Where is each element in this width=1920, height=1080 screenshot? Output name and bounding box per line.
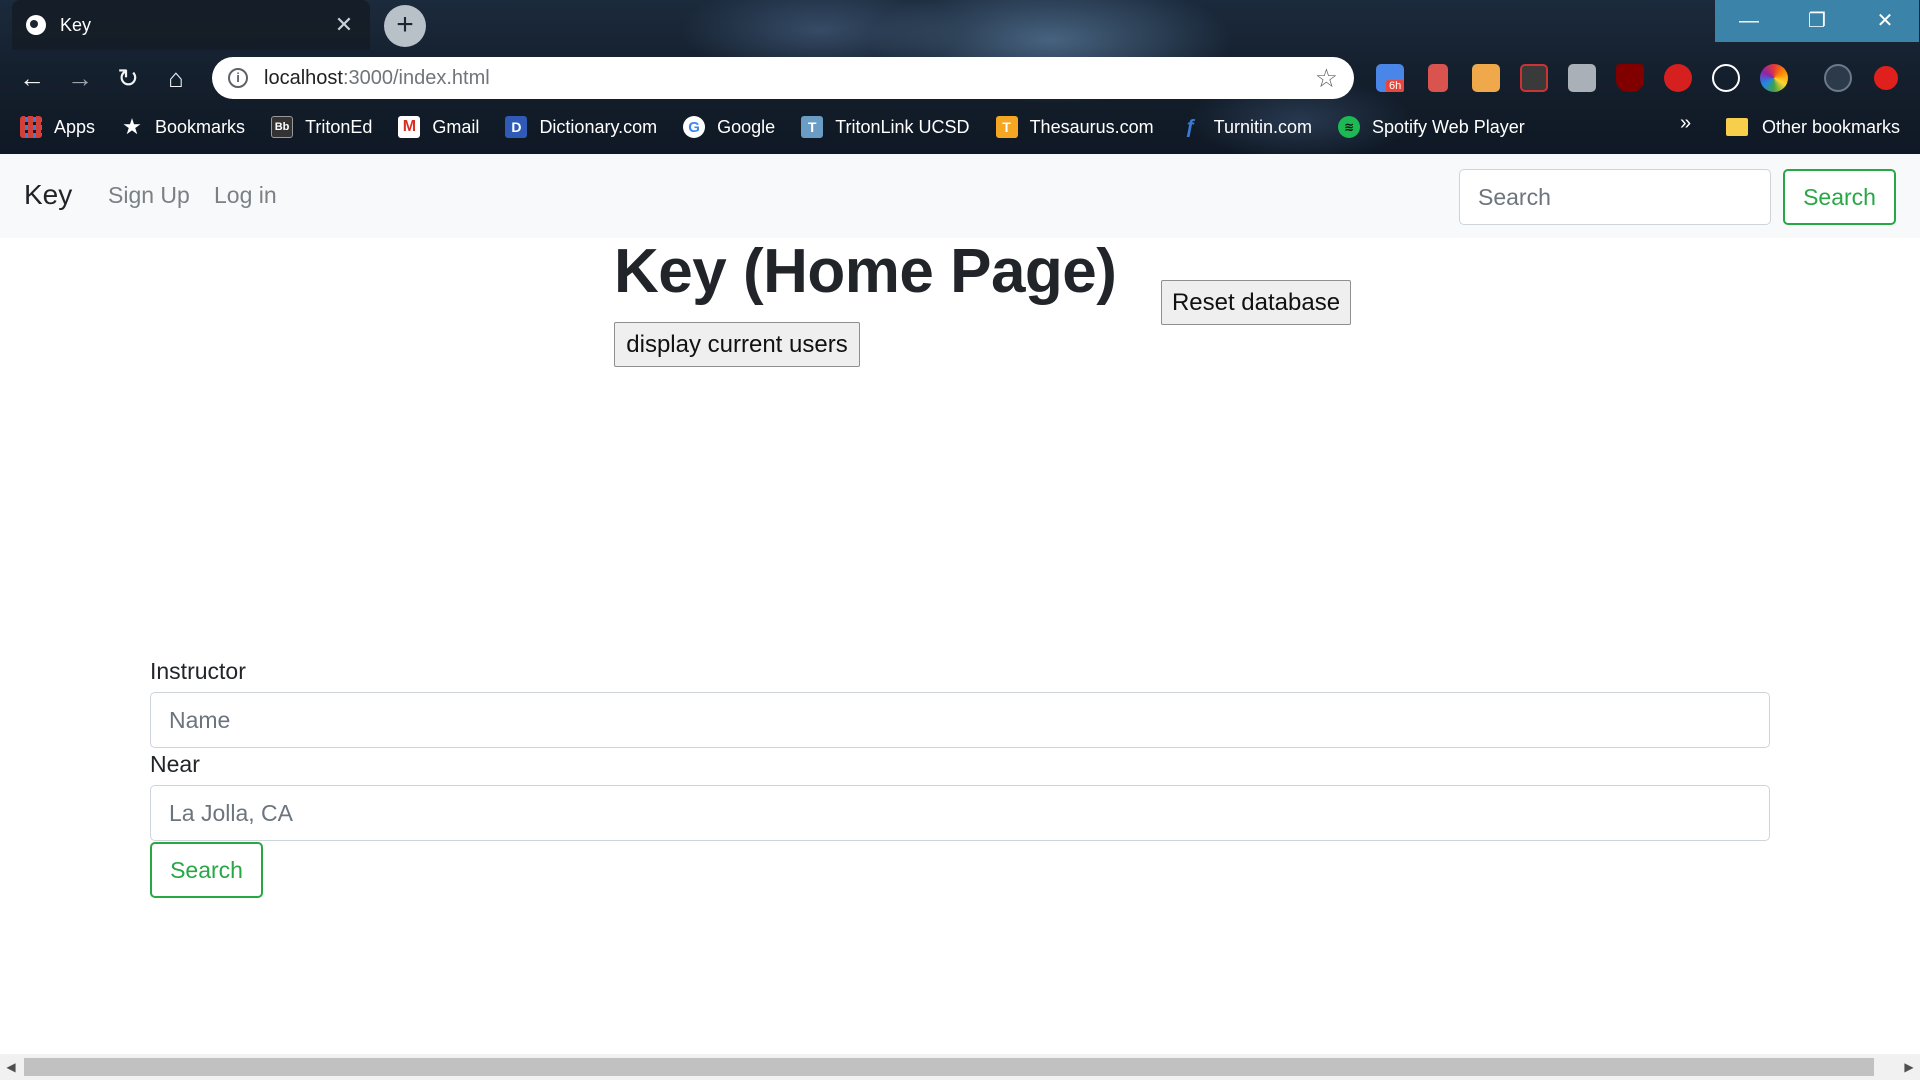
tab-title: Key — [60, 14, 92, 35]
bookmark-gmail[interactable]: M Gmail — [398, 116, 479, 138]
other-bookmarks[interactable]: Other bookmarks — [1726, 110, 1900, 144]
tritonlink-icon: T — [801, 116, 824, 138]
page-title: Key (Home Page) — [614, 237, 1117, 306]
window-close-button[interactable]: ✕ — [1851, 0, 1919, 42]
bookmark-google[interactable]: G Google — [683, 116, 775, 138]
adblock-extension-icon[interactable] — [1664, 64, 1692, 92]
globe-icon — [26, 15, 46, 35]
bookmark-label: TritonEd — [305, 116, 373, 137]
bookmarks-overflow-button[interactable]: » — [1680, 112, 1691, 135]
color-picker-extension-icon[interactable] — [1760, 64, 1788, 92]
url-path: :3000/index.html — [342, 66, 490, 89]
bookmark-label: Turnitin.com — [1213, 116, 1312, 137]
nav-link-log-in[interactable]: Log in — [214, 182, 277, 209]
info-icon[interactable]: i — [228, 68, 248, 88]
reset-database-button[interactable]: Reset database — [1161, 280, 1351, 325]
spotify-icon: ≋ — [1337, 116, 1360, 138]
bookmark-label: Google — [717, 116, 776, 137]
pdf-extension-icon[interactable] — [1520, 64, 1548, 92]
instructor-label: Instructor — [150, 658, 246, 684]
gmail-icon: M — [398, 116, 421, 138]
extension-badge: 6h — [1386, 80, 1405, 92]
bookmark-bookmarks[interactable]: ★ Bookmarks — [121, 114, 246, 139]
bookmark-label: Spotify Web Player — [1371, 116, 1525, 137]
new-tab-button[interactable]: + — [384, 5, 426, 47]
bookmark-label: TritonLink UCSD — [835, 116, 970, 137]
update-icon[interactable] — [1874, 66, 1898, 90]
bookmark-label: Apps — [54, 116, 96, 137]
font-extension-icon[interactable] — [1568, 64, 1596, 92]
bookmark-apps[interactable]: Apps — [20, 116, 95, 138]
instructor-name-input[interactable] — [150, 692, 1770, 748]
blackboard-icon: Bb — [271, 116, 294, 138]
address-bar[interactable]: i localhost:3000/index.html ☆ — [212, 57, 1354, 99]
bookmark-star-icon[interactable]: ☆ — [1315, 63, 1338, 94]
bookmark-label: Gmail — [432, 116, 480, 137]
horizontal-scrollbar[interactable]: ◀ ▶ — [0, 1054, 1920, 1080]
dictionary-icon: D — [505, 116, 528, 138]
bookmark-label: Thesaurus.com — [1029, 116, 1154, 137]
forward-button[interactable]: → — [62, 60, 98, 96]
google-icon: G — [683, 116, 706, 138]
near-label: Near — [150, 751, 200, 777]
turnitin-icon: ƒ — [1185, 115, 1197, 138]
bookmark-label: Dictionary.com — [539, 116, 658, 137]
apps-grid-icon — [20, 116, 42, 138]
back-button[interactable]: ← — [14, 60, 50, 96]
bookmark-spotify[interactable]: ≋ Spotify Web Player — [1337, 116, 1525, 138]
home-button[interactable]: ⌂ — [158, 60, 194, 96]
url-host: localhost — [264, 66, 343, 89]
react-extension-icon[interactable] — [1712, 64, 1740, 92]
browser-chrome: Key ✕ + — ❐ ✕ ← → ↻ ⌂ i localhost:3000/i… — [0, 0, 1920, 154]
bookmark-label: Bookmarks — [155, 116, 246, 137]
url-text[interactable]: localhost:3000/index.html — [264, 67, 1315, 90]
bookmark-dictionary[interactable]: D Dictionary.com — [505, 116, 657, 138]
thesaurus-icon: T — [995, 116, 1018, 138]
minimize-button[interactable]: — — [1715, 0, 1783, 42]
near-location-input[interactable] — [150, 785, 1770, 841]
navbar-search-button[interactable]: Search — [1783, 169, 1896, 225]
restore-button[interactable]: ❐ — [1783, 0, 1851, 42]
bookmark-thesaurus[interactable]: T Thesaurus.com — [995, 116, 1154, 138]
scroll-left-icon[interactable]: ◀ — [2, 1058, 20, 1076]
star-icon: ★ — [122, 114, 142, 139]
reload-button[interactable]: ↻ — [110, 60, 146, 96]
scroll-right-icon[interactable]: ▶ — [1900, 1058, 1918, 1076]
folder-icon — [1726, 118, 1748, 136]
honey-extension-icon[interactable] — [1472, 64, 1500, 92]
other-bookmarks-label: Other bookmarks — [1762, 116, 1901, 137]
form-search-button[interactable]: Search — [150, 842, 263, 898]
tab-close-icon[interactable]: ✕ — [332, 12, 356, 38]
bookmark-tritoned[interactable]: Bb TritonEd — [271, 116, 372, 138]
site-navbar: Key Sign Up Log in Search — [0, 154, 1920, 238]
browser-tab[interactable]: Key ✕ — [12, 0, 370, 50]
bookmarks-bar: Apps ★ Bookmarks Bb TritonEd M Gmail D D… — [20, 110, 1551, 144]
bookmark-extension-icon[interactable] — [1428, 64, 1448, 92]
navbar-brand[interactable]: Key — [24, 179, 72, 211]
bookmark-turnitin[interactable]: ƒ Turnitin.com — [1180, 116, 1312, 138]
ublock-extension-icon[interactable] — [1616, 64, 1644, 92]
scrollbar-thumb[interactable] — [24, 1058, 1874, 1076]
profile-avatar-icon[interactable] — [1824, 64, 1852, 92]
display-users-button[interactable]: display current users — [614, 322, 860, 367]
calendar-extension-icon[interactable]: 6h — [1376, 64, 1405, 92]
bookmark-tritonlink[interactable]: T TritonLink UCSD — [801, 116, 970, 138]
navbar-search-input[interactable] — [1459, 169, 1771, 225]
nav-link-sign-up[interactable]: Sign Up — [108, 182, 190, 209]
